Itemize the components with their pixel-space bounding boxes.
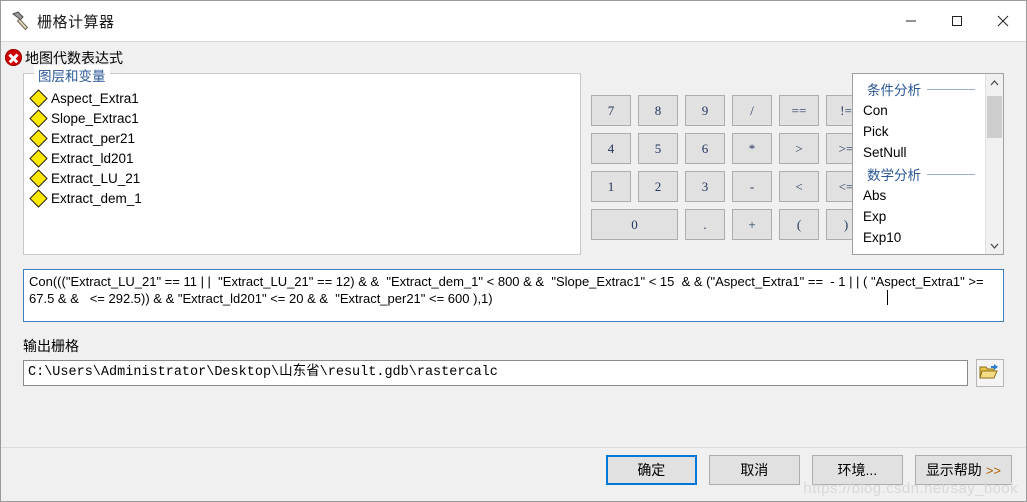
key-0[interactable]: 0 bbox=[591, 209, 678, 240]
function-item-con[interactable]: Con bbox=[853, 100, 985, 121]
list-item[interactable]: Extract_LU_21 bbox=[29, 168, 580, 188]
list-item[interactable]: Extract_dem_1 bbox=[29, 188, 580, 208]
layer-label: Slope_Extrac1 bbox=[51, 110, 139, 126]
yellow-diamond-icon bbox=[29, 108, 48, 128]
layer-label: Extract_dem_1 bbox=[51, 190, 142, 206]
key-4[interactable]: 4 bbox=[591, 133, 631, 164]
function-list[interactable]: 条件分析 Con Pick SetNull 数学分析 Abs Exp Exp10 bbox=[853, 74, 985, 254]
function-group-label: 条件分析 bbox=[867, 83, 921, 98]
layer-label: Extract_per21 bbox=[51, 130, 136, 146]
yellow-diamond-icon bbox=[29, 88, 48, 108]
maximize-button[interactable] bbox=[934, 1, 980, 41]
key-9[interactable]: 9 bbox=[685, 95, 725, 126]
function-item-exp[interactable]: Exp bbox=[853, 206, 985, 227]
layers-list[interactable]: Aspect_Extra1 Slope_Extrac1 Extract_per2… bbox=[24, 74, 580, 208]
yellow-diamond-icon bbox=[29, 128, 48, 148]
function-list-panel: 条件分析 Con Pick SetNull 数学分析 Abs Exp Exp10 bbox=[852, 73, 1004, 255]
key-decimal-point[interactable]: . bbox=[685, 209, 725, 240]
function-group-header: 数学分析 bbox=[853, 163, 985, 185]
footer-buttons: 确定 取消 环境... 显示帮助 >> bbox=[605, 455, 1012, 485]
key-less-than[interactable]: < bbox=[779, 171, 819, 202]
scrollbar-thumb[interactable] bbox=[987, 96, 1002, 138]
function-item-exp10[interactable]: Exp10 bbox=[853, 227, 985, 248]
layer-label: Extract_LU_21 bbox=[51, 170, 141, 186]
key-left-paren[interactable]: ( bbox=[779, 209, 819, 240]
key-greater-than[interactable]: > bbox=[779, 133, 819, 164]
key-minus[interactable]: - bbox=[732, 171, 772, 202]
function-group-header: 条件分析 bbox=[853, 78, 985, 100]
title-bar: 栅格计算器 bbox=[1, 1, 1026, 41]
list-item[interactable]: Extract_per21 bbox=[29, 128, 580, 148]
list-item[interactable]: Aspect_Extra1 bbox=[29, 88, 580, 108]
key-divide[interactable]: / bbox=[732, 95, 772, 126]
layers-and-variables-panel: 图层和变量 Aspect_Extra1 Slope_Extrac1 Extrac… bbox=[23, 65, 581, 255]
dialog-footer: 确定 取消 环境... 显示帮助 >> https://blog.csdn.ne… bbox=[1, 447, 1026, 501]
raster-calculator-dialog: 栅格计算器 地图代数表达式 图层和变量 Aspect_Extra1 Slope_… bbox=[0, 0, 1027, 502]
ok-button[interactable]: 确定 bbox=[605, 455, 697, 485]
output-path-input[interactable]: C:\Users\Administrator\Desktop\山东省\resul… bbox=[23, 360, 968, 386]
function-item-setnull[interactable]: SetNull bbox=[853, 142, 985, 163]
close-button[interactable] bbox=[980, 1, 1026, 41]
key-3[interactable]: 3 bbox=[685, 171, 725, 202]
text-cursor bbox=[887, 290, 888, 305]
key-equals[interactable]: == bbox=[779, 95, 819, 126]
scroll-down-icon[interactable] bbox=[986, 237, 1003, 254]
expression-text: Con((("Extract_LU_21" == 11 | | "Extract… bbox=[29, 274, 988, 306]
output-raster-label: 输出栅格 bbox=[23, 338, 79, 354]
list-item[interactable]: Extract_ld201 bbox=[29, 148, 580, 168]
scroll-up-icon[interactable] bbox=[986, 74, 1003, 91]
key-plus[interactable]: + bbox=[732, 209, 772, 240]
list-item[interactable]: Slope_Extrac1 bbox=[29, 108, 580, 128]
expression-builder-area: 图层和变量 Aspect_Extra1 Slope_Extrac1 Extrac… bbox=[23, 65, 1004, 255]
key-1[interactable]: 1 bbox=[591, 171, 631, 202]
yellow-diamond-icon bbox=[29, 188, 48, 208]
function-list-scrollbar[interactable] bbox=[985, 74, 1003, 254]
key-8[interactable]: 8 bbox=[638, 95, 678, 126]
show-help-label: 显示帮助 bbox=[925, 462, 982, 478]
key-6[interactable]: 6 bbox=[685, 133, 725, 164]
key-7[interactable]: 7 bbox=[591, 95, 631, 126]
divider bbox=[927, 88, 975, 90]
chevron-right-icon: >> bbox=[985, 462, 1001, 478]
cancel-button[interactable]: 取消 bbox=[708, 455, 800, 485]
function-item-abs[interactable]: Abs bbox=[853, 185, 985, 206]
window-title: 栅格计算器 bbox=[37, 13, 115, 31]
output-raster-row: C:\Users\Administrator\Desktop\山东省\resul… bbox=[23, 359, 1004, 387]
minimize-button[interactable] bbox=[888, 1, 934, 41]
browse-folder-button[interactable] bbox=[976, 359, 1004, 387]
key-multiply[interactable]: * bbox=[732, 133, 772, 164]
key-2[interactable]: 2 bbox=[638, 171, 678, 202]
environments-button[interactable]: 环境... bbox=[811, 455, 903, 485]
window-controls bbox=[888, 1, 1026, 41]
function-item-pick[interactable]: Pick bbox=[853, 121, 985, 142]
error-circle-icon bbox=[5, 49, 22, 66]
show-help-button[interactable]: 显示帮助 >> bbox=[914, 455, 1012, 485]
function-group-label: 数学分析 bbox=[867, 168, 921, 183]
yellow-diamond-icon bbox=[29, 148, 48, 168]
layer-label: Extract_ld201 bbox=[51, 150, 134, 166]
expression-input[interactable]: Con((("Extract_LU_21" == 11 | | "Extract… bbox=[23, 269, 1004, 322]
key-5[interactable]: 5 bbox=[638, 133, 678, 164]
divider bbox=[927, 173, 975, 175]
layers-panel-title: 图层和变量 bbox=[34, 65, 110, 85]
layer-label: Aspect_Extra1 bbox=[51, 90, 139, 106]
yellow-diamond-icon bbox=[29, 168, 48, 188]
map-algebra-header: 地图代数表达式 bbox=[1, 41, 1026, 73]
hammer-icon bbox=[7, 8, 33, 34]
